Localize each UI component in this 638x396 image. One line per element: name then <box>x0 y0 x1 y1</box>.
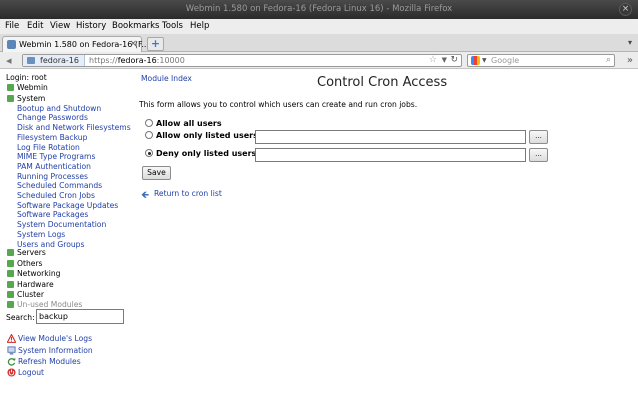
module-link[interactable]: Software Packages <box>17 210 88 219</box>
module-link[interactable]: PAM Authentication <box>17 162 91 171</box>
module-index-link[interactable]: Module Index <box>141 74 192 83</box>
magnifier-icon[interactable]: ⌕ <box>606 55 611 66</box>
search-placeholder: Google <box>491 56 520 65</box>
url-port: :10000 <box>156 56 185 65</box>
refresh-modules-link[interactable]: Refresh Modules <box>7 357 81 366</box>
site-identity-label: fedora-16 <box>40 56 79 65</box>
category-plus-icon <box>7 84 14 91</box>
view-module-logs-link[interactable]: View Module's Logs <box>7 334 92 343</box>
module-link[interactable]: MIME Type Programs <box>17 152 95 161</box>
navigation-bar: ◂ fedora-16 https://fedora-16:10000 ☆ ▼ … <box>0 52 638 69</box>
browser-tab[interactable]: Webmin 1.580 on Fedora-16 (F... × <box>2 36 149 52</box>
google-engine-icon[interactable] <box>471 56 480 65</box>
menubar: File Edit View History Bookmarks Tools H… <box>0 19 638 34</box>
webmin-favicon-icon <box>7 40 16 49</box>
plus-icon: + <box>150 37 161 50</box>
radio-allow-all[interactable] <box>145 119 153 127</box>
category-plus-icon <box>7 281 14 288</box>
category-minus-icon <box>7 95 14 102</box>
url-text: https://fedora-16:10000 <box>89 55 185 66</box>
category-plus-icon <box>7 291 14 298</box>
search-label: Search: <box>6 313 35 322</box>
menu-tools[interactable]: Tools <box>162 19 183 34</box>
module-link[interactable]: System Logs <box>17 230 65 239</box>
tab-list-icon[interactable]: ▾ <box>628 38 632 47</box>
module-link[interactable]: Running Processes <box>17 172 88 181</box>
window-titlebar: Webmin 1.580 on Fedora-16 (Fedora Linux … <box>0 0 638 19</box>
module-link[interactable]: Log File Rotation <box>17 143 80 152</box>
back-arrow-icon[interactable]: ◂ <box>6 54 12 67</box>
window-close-button[interactable]: × <box>619 3 632 16</box>
category-cluster[interactable]: Cluster <box>7 290 44 299</box>
toolbar-overflow-icon[interactable]: » <box>627 55 633 66</box>
engine-dropdown-icon[interactable]: ▼ <box>482 55 487 66</box>
webmin-left-frame: Login: root Webmin System Bootup and Shu… <box>0 69 134 396</box>
page-content: Login: root Webmin System Bootup and Shu… <box>0 69 638 396</box>
menu-file[interactable]: File <box>5 19 19 34</box>
option-allow-all-users[interactable]: Allow all users <box>145 119 222 128</box>
window-title: Webmin 1.580 on Fedora-16 (Fedora Linux … <box>185 4 453 14</box>
radio-allow-listed[interactable] <box>145 131 153 139</box>
module-search-input[interactable] <box>36 309 124 324</box>
tab-close-icon[interactable]: × <box>129 37 137 52</box>
refresh-icon <box>7 358 16 366</box>
warning-icon <box>7 334 16 343</box>
module-link[interactable]: Software Package Updates <box>17 201 118 210</box>
option-allow-listed-users[interactable]: Allow only listed users <box>145 131 258 140</box>
system-information-link[interactable]: System Information <box>7 346 93 355</box>
logout-link[interactable]: Logout <box>7 368 44 377</box>
webmin-main-frame: Module Index Control Cron Access This fo… <box>134 69 638 396</box>
search-bar[interactable]: ▼ Google ⌕ <box>467 54 615 67</box>
login-label: Login: root <box>6 73 47 82</box>
menu-edit[interactable]: Edit <box>27 19 43 34</box>
return-to-cron-list-link[interactable]: 🡸 Return to cron list <box>141 189 222 201</box>
site-identity-button[interactable]: fedora-16 <box>23 55 85 66</box>
url-host: fedora-16 <box>117 56 157 65</box>
menu-history[interactable]: History <box>76 19 106 34</box>
category-system[interactable]: System <box>7 94 45 103</box>
category-servers[interactable]: Servers <box>7 248 46 257</box>
category-webmin[interactable]: Webmin <box>7 83 48 92</box>
allow-users-field[interactable] <box>255 130 526 144</box>
category-plus-icon <box>7 301 14 308</box>
module-link[interactable]: System Documentation <box>17 220 106 229</box>
module-link[interactable]: Scheduled Cron Jobs <box>17 191 95 200</box>
category-hardware[interactable]: Hardware <box>7 280 54 289</box>
bookmark-star-icon[interactable]: ☆ <box>429 55 437 66</box>
module-link[interactable]: Change Passwords <box>17 113 88 122</box>
url-bar[interactable]: fedora-16 https://fedora-16:10000 ☆ ▼ ↻ <box>22 54 462 67</box>
page-title: Control Cron Access <box>317 75 448 90</box>
category-plus-icon <box>7 270 14 277</box>
category-plus-icon <box>7 260 14 267</box>
deny-users-field[interactable] <box>255 148 526 162</box>
close-icon: × <box>621 4 630 14</box>
category-plus-icon <box>7 249 14 256</box>
allow-users-browse-button[interactable]: ... <box>529 130 548 144</box>
module-link[interactable]: Scheduled Commands <box>17 181 102 190</box>
deny-users-browse-button[interactable]: ... <box>529 148 548 162</box>
module-link[interactable]: Disk and Network Filesystems <box>17 123 131 132</box>
menu-help[interactable]: Help <box>190 19 209 34</box>
url-scheme: https:// <box>89 56 118 65</box>
category-networking[interactable]: Networking <box>7 269 60 278</box>
category-unused-modules[interactable]: Un-used Modules <box>7 300 82 309</box>
new-tab-button[interactable]: + <box>147 37 164 51</box>
save-button[interactable]: Save <box>142 166 171 180</box>
back-arrow-icon: 🡸 <box>141 190 150 201</box>
reload-icon[interactable]: ↻ <box>450 55 458 66</box>
logout-icon <box>7 368 16 377</box>
site-identity-icon <box>27 57 35 64</box>
system-info-icon <box>7 346 16 355</box>
module-link[interactable]: Filesystem Backup <box>17 133 87 142</box>
url-history-dropdown-icon[interactable]: ▼ <box>442 55 447 66</box>
menu-bookmarks[interactable]: Bookmarks <box>112 19 160 34</box>
menu-view[interactable]: View <box>50 19 70 34</box>
page-description: This form allows you to control which us… <box>139 100 418 109</box>
radio-deny-listed[interactable] <box>145 149 153 157</box>
option-deny-listed-users[interactable]: Deny only listed users <box>145 149 256 158</box>
module-link[interactable]: Bootup and Shutdown <box>17 104 101 113</box>
tab-strip: Webmin 1.580 on Fedora-16 (F... × + ▾ <box>0 34 638 52</box>
category-others[interactable]: Others <box>7 259 43 268</box>
